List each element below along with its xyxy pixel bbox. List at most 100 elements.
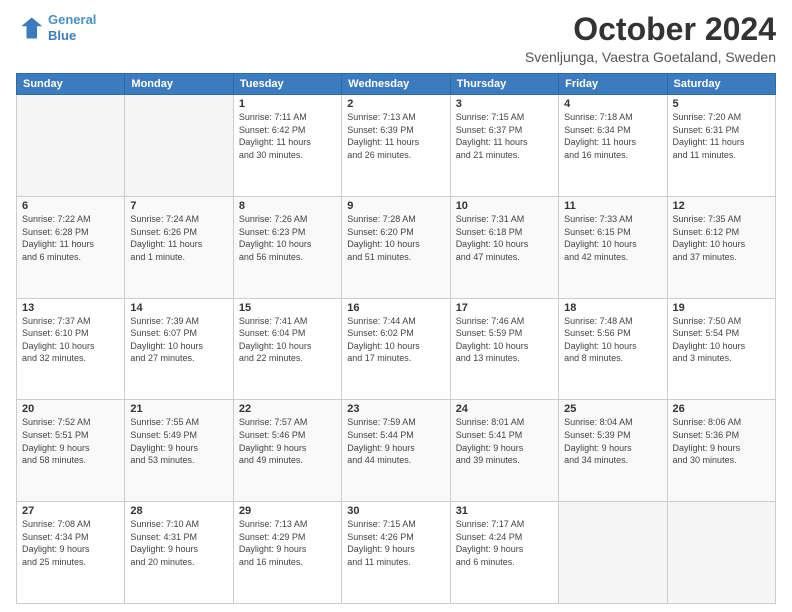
day-number: 23 (347, 403, 444, 415)
calendar-day-cell: 31Sunrise: 7:17 AM Sunset: 4:24 PM Dayli… (450, 502, 558, 604)
calendar-day-cell: 10Sunrise: 7:31 AM Sunset: 6:18 PM Dayli… (450, 196, 558, 298)
calendar-day-cell: 26Sunrise: 8:06 AM Sunset: 5:36 PM Dayli… (667, 400, 775, 502)
day-number: 30 (347, 505, 444, 517)
calendar-day-cell: 16Sunrise: 7:44 AM Sunset: 6:02 PM Dayli… (342, 298, 450, 400)
title-block: October 2024 Svenljunga, Vaestra Goetala… (525, 12, 776, 65)
calendar-day-cell: 8Sunrise: 7:26 AM Sunset: 6:23 PM Daylig… (233, 196, 341, 298)
calendar-day-cell (667, 502, 775, 604)
calendar-day-cell: 2Sunrise: 7:13 AM Sunset: 6:39 PM Daylig… (342, 95, 450, 197)
calendar-day-cell: 18Sunrise: 7:48 AM Sunset: 5:56 PM Dayli… (559, 298, 667, 400)
weekday-header-row: SundayMondayTuesdayWednesdayThursdayFrid… (17, 74, 776, 95)
day-number: 5 (673, 98, 770, 110)
day-info: Sunrise: 7:20 AM Sunset: 6:31 PM Dayligh… (673, 111, 770, 161)
day-number: 1 (239, 98, 336, 110)
day-info: Sunrise: 7:17 AM Sunset: 4:24 PM Dayligh… (456, 518, 553, 568)
day-info: Sunrise: 7:26 AM Sunset: 6:23 PM Dayligh… (239, 213, 336, 263)
calendar-day-cell: 29Sunrise: 7:13 AM Sunset: 4:29 PM Dayli… (233, 502, 341, 604)
day-info: Sunrise: 7:24 AM Sunset: 6:26 PM Dayligh… (130, 213, 227, 263)
calendar-day-cell: 22Sunrise: 7:57 AM Sunset: 5:46 PM Dayli… (233, 400, 341, 502)
logo-text: General Blue (48, 12, 96, 43)
calendar-day-cell: 13Sunrise: 7:37 AM Sunset: 6:10 PM Dayli… (17, 298, 125, 400)
day-info: Sunrise: 7:15 AM Sunset: 4:26 PM Dayligh… (347, 518, 444, 568)
day-number: 8 (239, 200, 336, 212)
day-info: Sunrise: 8:06 AM Sunset: 5:36 PM Dayligh… (673, 416, 770, 466)
logo-icon (16, 14, 44, 42)
day-number: 14 (130, 302, 227, 314)
day-number: 19 (673, 302, 770, 314)
calendar-day-cell: 15Sunrise: 7:41 AM Sunset: 6:04 PM Dayli… (233, 298, 341, 400)
day-info: Sunrise: 7:31 AM Sunset: 6:18 PM Dayligh… (456, 213, 553, 263)
day-number: 3 (456, 98, 553, 110)
day-number: 17 (456, 302, 553, 314)
day-info: Sunrise: 7:57 AM Sunset: 5:46 PM Dayligh… (239, 416, 336, 466)
weekday-cell: Friday (559, 74, 667, 95)
calendar-day-cell: 12Sunrise: 7:35 AM Sunset: 6:12 PM Dayli… (667, 196, 775, 298)
day-info: Sunrise: 7:39 AM Sunset: 6:07 PM Dayligh… (130, 315, 227, 365)
calendar-week-row: 6Sunrise: 7:22 AM Sunset: 6:28 PM Daylig… (17, 196, 776, 298)
day-info: Sunrise: 7:13 AM Sunset: 6:39 PM Dayligh… (347, 111, 444, 161)
calendar-day-cell: 17Sunrise: 7:46 AM Sunset: 5:59 PM Dayli… (450, 298, 558, 400)
day-number: 22 (239, 403, 336, 415)
logo-blue: Blue (48, 28, 76, 43)
day-number: 12 (673, 200, 770, 212)
day-info: Sunrise: 7:10 AM Sunset: 4:31 PM Dayligh… (130, 518, 227, 568)
calendar-day-cell: 1Sunrise: 7:11 AM Sunset: 6:42 PM Daylig… (233, 95, 341, 197)
calendar-day-cell: 21Sunrise: 7:55 AM Sunset: 5:49 PM Dayli… (125, 400, 233, 502)
weekday-cell: Wednesday (342, 74, 450, 95)
day-info: Sunrise: 7:55 AM Sunset: 5:49 PM Dayligh… (130, 416, 227, 466)
calendar-day-cell: 7Sunrise: 7:24 AM Sunset: 6:26 PM Daylig… (125, 196, 233, 298)
day-number: 21 (130, 403, 227, 415)
calendar-day-cell: 23Sunrise: 7:59 AM Sunset: 5:44 PM Dayli… (342, 400, 450, 502)
day-info: Sunrise: 7:35 AM Sunset: 6:12 PM Dayligh… (673, 213, 770, 263)
day-info: Sunrise: 7:41 AM Sunset: 6:04 PM Dayligh… (239, 315, 336, 365)
day-number: 10 (456, 200, 553, 212)
day-number: 4 (564, 98, 661, 110)
day-info: Sunrise: 7:44 AM Sunset: 6:02 PM Dayligh… (347, 315, 444, 365)
day-info: Sunrise: 7:52 AM Sunset: 5:51 PM Dayligh… (22, 416, 119, 466)
day-info: Sunrise: 7:46 AM Sunset: 5:59 PM Dayligh… (456, 315, 553, 365)
day-number: 11 (564, 200, 661, 212)
day-info: Sunrise: 7:28 AM Sunset: 6:20 PM Dayligh… (347, 213, 444, 263)
weekday-cell: Sunday (17, 74, 125, 95)
logo: General Blue (16, 12, 96, 43)
day-number: 25 (564, 403, 661, 415)
calendar-day-cell: 30Sunrise: 7:15 AM Sunset: 4:26 PM Dayli… (342, 502, 450, 604)
day-info: Sunrise: 7:15 AM Sunset: 6:37 PM Dayligh… (456, 111, 553, 161)
day-number: 13 (22, 302, 119, 314)
day-number: 28 (130, 505, 227, 517)
calendar-day-cell: 3Sunrise: 7:15 AM Sunset: 6:37 PM Daylig… (450, 95, 558, 197)
day-number: 26 (673, 403, 770, 415)
day-info: Sunrise: 7:11 AM Sunset: 6:42 PM Dayligh… (239, 111, 336, 161)
day-number: 9 (347, 200, 444, 212)
page: General Blue October 2024 Svenljunga, Va… (0, 0, 792, 612)
weekday-cell: Saturday (667, 74, 775, 95)
day-number: 24 (456, 403, 553, 415)
day-number: 20 (22, 403, 119, 415)
header: General Blue October 2024 Svenljunga, Va… (16, 12, 776, 65)
calendar-day-cell: 4Sunrise: 7:18 AM Sunset: 6:34 PM Daylig… (559, 95, 667, 197)
calendar-table: SundayMondayTuesdayWednesdayThursdayFrid… (16, 73, 776, 604)
day-number: 18 (564, 302, 661, 314)
day-info: Sunrise: 8:04 AM Sunset: 5:39 PM Dayligh… (564, 416, 661, 466)
calendar-day-cell: 5Sunrise: 7:20 AM Sunset: 6:31 PM Daylig… (667, 95, 775, 197)
calendar-body: 1Sunrise: 7:11 AM Sunset: 6:42 PM Daylig… (17, 95, 776, 604)
calendar-week-row: 20Sunrise: 7:52 AM Sunset: 5:51 PM Dayli… (17, 400, 776, 502)
calendar-day-cell: 11Sunrise: 7:33 AM Sunset: 6:15 PM Dayli… (559, 196, 667, 298)
day-info: Sunrise: 7:48 AM Sunset: 5:56 PM Dayligh… (564, 315, 661, 365)
day-number: 2 (347, 98, 444, 110)
day-info: Sunrise: 7:37 AM Sunset: 6:10 PM Dayligh… (22, 315, 119, 365)
calendar-week-row: 1Sunrise: 7:11 AM Sunset: 6:42 PM Daylig… (17, 95, 776, 197)
weekday-cell: Thursday (450, 74, 558, 95)
day-number: 31 (456, 505, 553, 517)
calendar-day-cell: 9Sunrise: 7:28 AM Sunset: 6:20 PM Daylig… (342, 196, 450, 298)
calendar-day-cell (125, 95, 233, 197)
calendar-day-cell: 25Sunrise: 8:04 AM Sunset: 5:39 PM Dayli… (559, 400, 667, 502)
day-number: 16 (347, 302, 444, 314)
calendar-day-cell (17, 95, 125, 197)
day-number: 27 (22, 505, 119, 517)
weekday-cell: Monday (125, 74, 233, 95)
logo-general: General (48, 12, 96, 27)
calendar-day-cell: 6Sunrise: 7:22 AM Sunset: 6:28 PM Daylig… (17, 196, 125, 298)
day-info: Sunrise: 7:13 AM Sunset: 4:29 PM Dayligh… (239, 518, 336, 568)
calendar-day-cell: 27Sunrise: 7:08 AM Sunset: 4:34 PM Dayli… (17, 502, 125, 604)
